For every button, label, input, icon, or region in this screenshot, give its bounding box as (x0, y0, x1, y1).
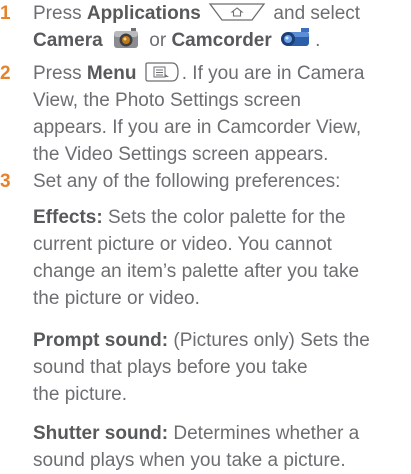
step-1-text: Press Applications and select Camera or … (33, 2, 361, 51)
step-3: 3 Set any of the following preferences: (0, 168, 411, 198)
pref-prompt-sound: Prompt sound: (Pictures only) Sets the s… (33, 330, 370, 405)
pref-term: Effects: (33, 207, 103, 228)
step-number: 1 (0, 3, 11, 24)
menu-key-icon (144, 61, 180, 83)
camera-app-icon (111, 25, 141, 51)
step-2-text: Press Menu . If you are in Camera View, … (33, 60, 407, 168)
applications-key-icon (208, 2, 266, 22)
camcorder-app-icon (279, 25, 313, 51)
menu-label: Menu (86, 63, 137, 84)
step-number: 2 (0, 63, 11, 84)
pref-term: Shutter sound: (33, 423, 169, 444)
step-2: 2 Press Menu . If you are in Camera View… (0, 60, 411, 168)
pref-term: Prompt sound: (33, 330, 169, 351)
camcorder-label: Camcorder (171, 30, 272, 51)
camera-label: Camera (33, 30, 103, 51)
pref-effects: Effects: Sets the color palette for the … (33, 207, 360, 309)
instructions-page: 1 Press Applications and select Camera o… (0, 0, 411, 472)
step-number: 3 (0, 171, 11, 192)
step-1: 1 Press Applications and select Camera o… (0, 0, 411, 56)
step-3-text: Set any of the following preferences: (33, 171, 341, 192)
applications-label: Applications (86, 3, 201, 24)
pref-shutter-sound: Shutter sound: Determines whether a soun… (33, 423, 360, 471)
